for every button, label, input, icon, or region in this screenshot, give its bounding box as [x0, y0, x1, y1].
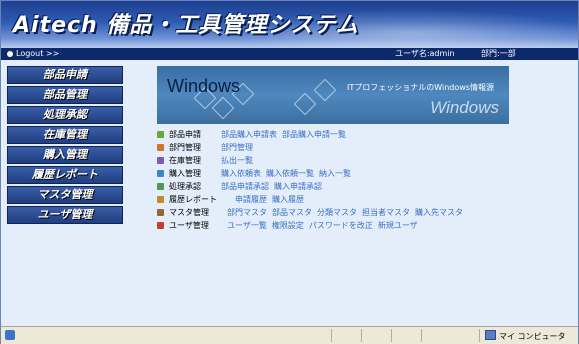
browser-frame: Aitech 備品・工具管理システム Logout >> ユーザ名:admin …: [0, 0, 579, 344]
menu-link[interactable]: 購入申請承認: [274, 182, 322, 191]
cube-icon: [157, 196, 164, 203]
window-pane-icon: [313, 78, 337, 102]
user-bar: Logout >> ユーザ名:admin 部門:一部: [1, 48, 578, 60]
menu-category: 履歴レポート: [169, 195, 217, 204]
logout-link[interactable]: Logout >>: [7, 48, 59, 60]
sidebar-item-inventory[interactable]: 在庫管理: [7, 126, 123, 144]
window-pane-icon: [211, 96, 235, 120]
sidebar-item-users[interactable]: ユーザ管理: [7, 206, 123, 224]
status-divider: [391, 329, 392, 342]
zone-label: マイ コンピュータ: [499, 332, 566, 341]
menu-link[interactable]: 購入先マスタ: [415, 208, 463, 217]
menu-link[interactable]: 担当者マスタ: [362, 208, 410, 217]
security-zone: マイ コンピュータ: [485, 330, 566, 342]
menu-link[interactable]: 購入依頼一覧: [266, 169, 314, 178]
windows-banner[interactable]: Windows ITプロフェッショナルのWindows情報源 Windows: [157, 66, 509, 124]
menu-row-approval: 処理承認 部品申請承認 購入申請承認: [157, 180, 567, 193]
menu-category: 部品申請: [169, 130, 201, 139]
bullet-icon: [7, 51, 13, 57]
sidebar-item-purchase[interactable]: 購入管理: [7, 146, 123, 164]
menu-link[interactable]: 部門管理: [221, 143, 253, 152]
sidebar-item-parts-request[interactable]: 部品申請: [7, 66, 123, 84]
cube-icon: [157, 144, 164, 151]
menu-row-parts-request: 部品申請 部品購入申請表 部品購入申請一覧: [157, 128, 567, 141]
menu-link[interactable]: 部品申請承認: [221, 182, 269, 191]
menu-link[interactable]: 部品購入申請表: [221, 130, 277, 139]
menu-category: 在庫管理: [169, 156, 201, 165]
sidebar-item-parts-management[interactable]: 部品管理: [7, 86, 123, 104]
menu-category: 購入管理: [169, 169, 201, 178]
banner-title: Windows: [167, 76, 241, 96]
menu-row-master: マスタ管理 部門マスタ 部品マスタ 分類マスタ 担当者マスタ 購入先マスタ: [157, 206, 567, 219]
status-divider: [479, 329, 480, 342]
menu-link[interactable]: 納入一覧: [319, 169, 351, 178]
function-menu: 部品申請 部品購入申請表 部品購入申請一覧 部門管理 部門管理 在庫管理 払出一覧: [157, 128, 567, 232]
main-content: 部品申請 部品管理 処理承認 在庫管理 購入管理 履歴レポート マスタ管理 ユー…: [1, 60, 578, 326]
browser-status-bar: マイ コンピュータ: [1, 326, 578, 344]
cube-icon: [157, 183, 164, 190]
page-status-icon: [5, 330, 15, 340]
menu-link[interactable]: 購入履歴: [272, 195, 304, 204]
sidebar-item-history-report[interactable]: 履歴レポート: [7, 166, 123, 184]
cube-icon: [157, 209, 164, 216]
menu-link[interactable]: 払出一覧: [221, 156, 253, 165]
status-divider: [331, 329, 332, 342]
menu-row-inventory: 在庫管理 払出一覧: [157, 154, 567, 167]
menu-category: マスタ管理: [169, 208, 209, 217]
logout-label: Logout >>: [16, 49, 60, 58]
menu-link[interactable]: 新規ユーザ: [378, 221, 418, 230]
cube-icon: [157, 222, 164, 229]
menu-link[interactable]: 権限設定: [272, 221, 304, 230]
app-title: Aitech 備品・工具管理システム: [13, 13, 359, 38]
menu-row-users: ユーザ管理 ユーザ一覧 権限設定 パスワードを改正 新規ユーザ: [157, 219, 567, 232]
banner-wordmark: Windows: [430, 98, 499, 117]
cube-icon: [157, 170, 164, 177]
status-divider: [421, 329, 422, 342]
banner-subtitle: ITプロフェッショナルのWindows情報源: [347, 83, 494, 92]
menu-category: ユーザ管理: [169, 221, 209, 230]
sidebar-item-approval[interactable]: 処理承認: [7, 106, 123, 124]
menu-link[interactable]: パスワードを改正: [309, 221, 373, 230]
menu-link[interactable]: ユーザ一覧: [227, 221, 267, 230]
menu-link[interactable]: 部品マスタ: [272, 208, 312, 217]
menu-link[interactable]: 購入依頼表: [221, 169, 261, 178]
department: 部門:一部: [481, 49, 516, 58]
menu-category: 処理承認: [169, 182, 201, 191]
menu-category: 部門管理: [169, 143, 201, 152]
sidebar-item-master[interactable]: マスタ管理: [7, 186, 123, 204]
menu-row-history: 履歴レポート 申請履歴 購入履歴: [157, 193, 567, 206]
menu-row-purchase: 購入管理 購入依頼表 購入依頼一覧 納入一覧: [157, 167, 567, 180]
menu-link[interactable]: 分類マスタ: [317, 208, 357, 217]
menu-link[interactable]: 申請履歴: [235, 195, 267, 204]
cube-icon: [157, 131, 164, 138]
menu-link[interactable]: 部品購入申請一覧: [282, 130, 346, 139]
app-header: Aitech 備品・工具管理システム: [1, 1, 578, 48]
window-pane-icon: [293, 92, 317, 116]
user-name: ユーザ名:admin: [395, 49, 455, 58]
cube-icon: [157, 157, 164, 164]
computer-icon: [485, 330, 496, 340]
menu-row-department: 部門管理 部門管理: [157, 141, 567, 154]
menu-link[interactable]: 部門マスタ: [227, 208, 267, 217]
sidebar-nav: 部品申請 部品管理 処理承認 在庫管理 購入管理 履歴レポート マスタ管理 ユー…: [7, 66, 123, 226]
status-divider: [361, 329, 362, 342]
